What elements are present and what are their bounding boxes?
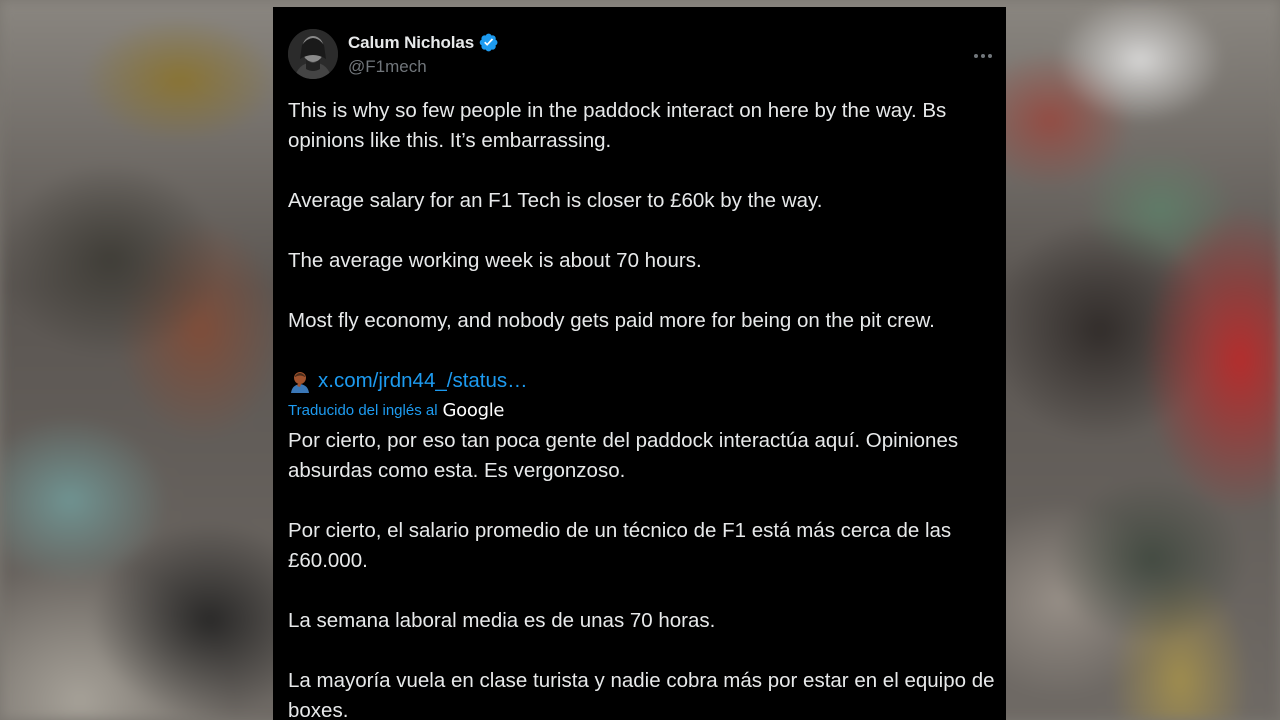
quoted-tweet-link[interactable]: x.com/jrdn44_/status… — [318, 366, 528, 396]
tweet-header: Calum Nicholas @F1mech — [288, 29, 1006, 81]
tweet-body: This is why so few people in the paddock… — [288, 96, 998, 720]
more-options-icon-dot — [981, 54, 985, 58]
translation-attribution: Traducido del inglés al Google — [288, 396, 998, 426]
translated-paragraph: La mayoría vuela en clase turista y nadi… — [288, 669, 1001, 720]
translated-paragraph: La semana laboral media es de unas 70 ho… — [288, 609, 716, 632]
tweet-card: Calum Nicholas @F1mech This is why so fe… — [273, 7, 1006, 720]
verified-badge-icon[interactable] — [478, 32, 499, 53]
more-options-icon-dot — [988, 54, 992, 58]
tweet-paragraph: Most fly economy, and nobody gets paid m… — [288, 309, 935, 332]
avatar[interactable] — [288, 29, 338, 79]
person-facepalming-emoji-icon — [288, 369, 312, 393]
google-logo: Google — [442, 400, 505, 421]
quoted-link-row: x.com/jrdn44_/status… — [288, 366, 998, 396]
translated-from-label[interactable]: Traducido del inglés al — [288, 396, 438, 426]
author-name-row: Calum Nicholas — [348, 32, 499, 53]
more-options-button[interactable] — [970, 51, 996, 61]
tweet-paragraph: Average salary for an F1 Tech is closer … — [288, 189, 823, 212]
more-options-icon — [974, 54, 978, 58]
tweet-paragraph: The average working week is about 70 hou… — [288, 249, 702, 272]
translated-paragraph: Por cierto, el salario promedio de un té… — [288, 519, 957, 572]
translated-paragraph: Por cierto, por eso tan poca gente del p… — [288, 429, 964, 482]
tweet-paragraph: This is why so few people in the paddock… — [288, 99, 952, 152]
screen: Calum Nicholas @F1mech This is why so fe… — [0, 0, 1280, 720]
author-display-name[interactable]: Calum Nicholas — [348, 33, 474, 53]
author-handle[interactable]: @F1mech — [348, 57, 427, 77]
